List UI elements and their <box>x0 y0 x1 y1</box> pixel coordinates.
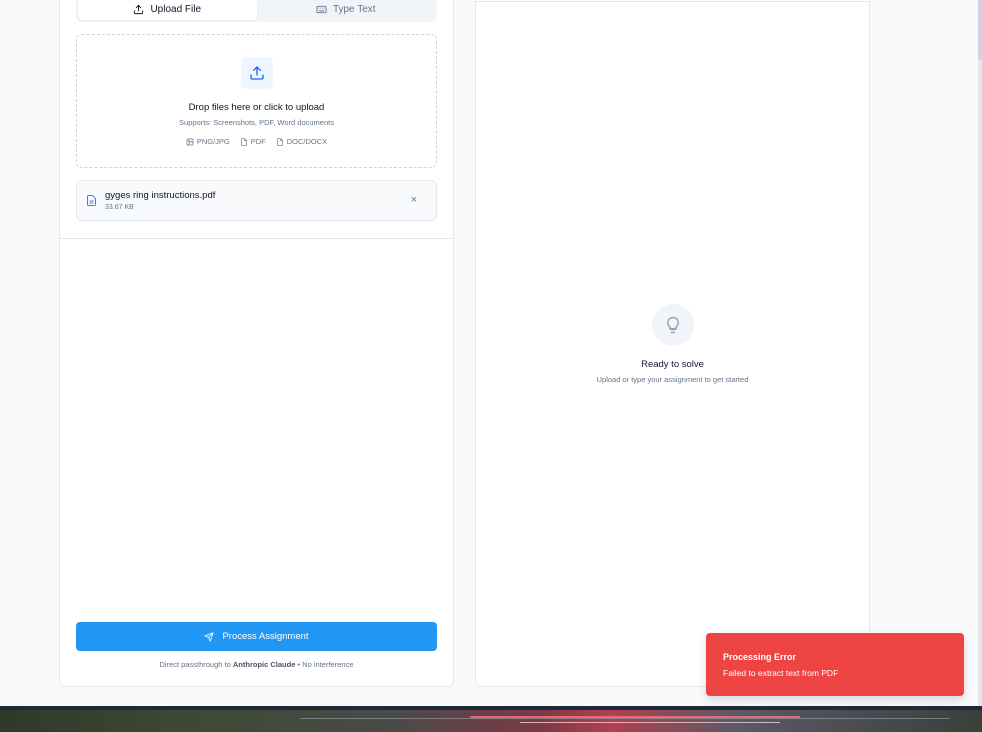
section-divider <box>60 238 453 239</box>
empty-state-subtitle: Upload or type your assignment to get st… <box>596 375 749 384</box>
window-bottom-edge <box>0 706 982 710</box>
empty-state-title: Ready to solve <box>641 359 704 370</box>
toast-title: Processing Error <box>723 652 797 662</box>
tab-type-text[interactable]: Type Text <box>257 0 436 20</box>
file-dropzone[interactable]: Drop files here or click to upload Suppo… <box>76 34 437 168</box>
send-icon <box>204 631 215 642</box>
file-name: gyges ring instructions.pdf <box>105 190 216 201</box>
upload-icon <box>134 4 144 15</box>
file-icon <box>276 137 283 146</box>
app-viewport: Upload File Type Text Drop files here or… <box>0 0 982 706</box>
scrollbar-thumb[interactable] <box>978 0 982 60</box>
remove-file-button[interactable]: × <box>408 193 420 207</box>
note-prefix: Direct passthrough to <box>159 660 231 669</box>
tab-upload-file[interactable]: Upload File <box>78 0 257 20</box>
tab-type-label: Type Text <box>332 4 376 15</box>
uploaded-file-card: gyges ring instructions.pdf 33.67 KB × <box>76 180 437 221</box>
keyboard-icon <box>316 5 327 14</box>
file-text-icon <box>87 195 96 206</box>
passthrough-note: Direct passthrough to Anthropic Claude •… <box>60 660 453 669</box>
format-doc-label: DOC/DOCX <box>286 137 328 146</box>
format-image: PNG/JPG <box>186 137 230 146</box>
input-panel: Upload File Type Text Drop files here or… <box>59 0 454 687</box>
file-size: 33.67 KB <box>105 204 134 211</box>
output-panel: Ready to solve Upload or type your assig… <box>475 0 870 687</box>
supported-formats: PNG/JPG PDF DOC/DOCX <box>186 137 327 146</box>
lightbulb-icon-container <box>651 304 694 346</box>
wallpaper-guardrail <box>300 718 950 719</box>
upload-icon <box>249 66 264 80</box>
input-mode-tabs: Upload File Type Text <box>76 0 437 22</box>
wallpaper-light-trail <box>470 716 800 718</box>
dropzone-subtitle: Supports: Screenshots, PDF, Word documen… <box>179 118 334 127</box>
note-brand: Anthropic Claude <box>232 660 296 669</box>
output-header-divider <box>476 1 869 2</box>
process-button-label: Process Assignment <box>222 631 309 642</box>
page-scrollbar[interactable] <box>978 0 982 706</box>
format-image-label: PNG/JPG <box>196 137 230 146</box>
error-toast[interactable]: Processing Error Failed to extract text … <box>706 633 964 696</box>
upload-icon-container <box>240 57 273 89</box>
note-suffix: • No interference <box>297 660 354 669</box>
lightbulb-icon <box>666 316 679 334</box>
format-doc: DOC/DOCX <box>276 137 327 146</box>
desktop-wallpaper <box>0 706 982 732</box>
format-pdf-label: PDF <box>250 137 266 146</box>
empty-state: Ready to solve Upload or type your assig… <box>476 304 869 384</box>
format-pdf: PDF <box>240 137 266 146</box>
toast-message: Failed to extract text from PDF <box>723 668 839 678</box>
process-assignment-button[interactable]: Process Assignment <box>76 622 437 651</box>
tab-upload-label: Upload File <box>150 4 202 15</box>
wallpaper-light-trail-2 <box>520 722 780 723</box>
dropzone-title: Drop files here or click to upload <box>188 102 325 113</box>
image-icon <box>186 138 194 145</box>
file-icon <box>240 137 247 146</box>
